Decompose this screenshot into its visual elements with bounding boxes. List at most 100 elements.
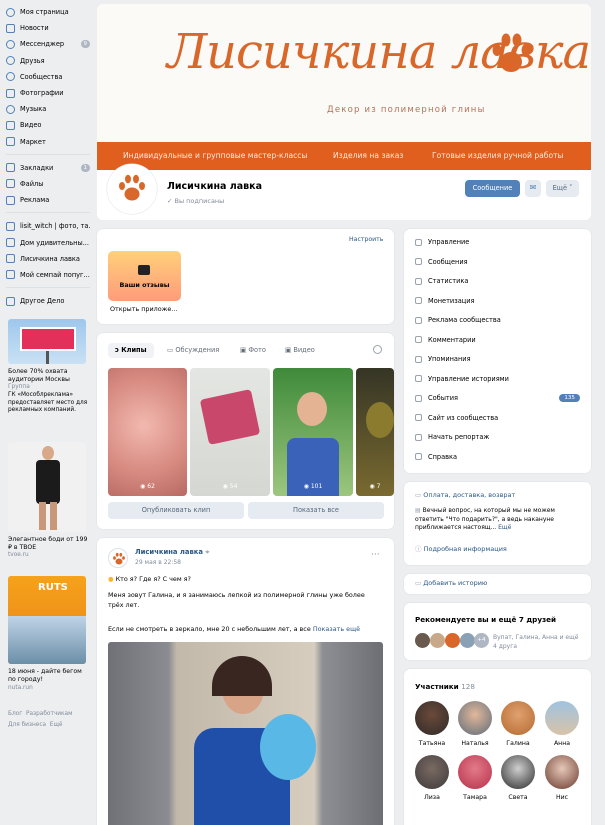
member[interactable]: Лиза [415,755,449,801]
avatar [415,701,449,735]
ad-title[interactable]: Более 70% охвата аудитории Москвы [8,368,90,384]
nav-music[interactable]: Музыка [6,101,90,117]
footer-more[interactable]: Ещё [50,722,63,728]
footer-links: Блог Разработчикам Для бизнеса Ещё [8,709,92,731]
cover-menu-ready[interactable]: Готовые изделия ручной работы [432,151,564,160]
info-more-link[interactable]: Ещё [498,524,511,531]
nav-market[interactable]: Маркет [6,134,90,150]
post-author-avatar[interactable] [108,548,128,568]
group-name: Лисичкина лавка [167,181,262,192]
nav-group-4[interactable]: Мой семпай попуг... [6,267,90,283]
menu-stories[interactable]: Управление историями [415,375,509,383]
nav-files[interactable]: Файлы [6,176,90,192]
tab-video[interactable]: ▣ Видео [285,343,315,358]
friend-avatar[interactable] [415,633,430,648]
members-count: 128 [461,682,475,691]
nav-video[interactable]: Видео [6,117,90,133]
add-story-link[interactable]: ▭ Добавить историю [415,579,487,587]
open-app-label[interactable]: Открыть приложе... [110,305,177,313]
menu-comments[interactable]: Комментарии [415,336,476,344]
clip-thumbnail[interactable]: ◉ 7 [356,368,394,496]
menu-help[interactable]: Справка [415,453,457,461]
nav-bookmarks[interactable]: Закладки 1 [6,160,90,176]
info-title[interactable]: ▭ Оплата, доставка, возврат [415,491,515,499]
nav-ads[interactable]: Реклама [6,192,90,208]
friend-avatar[interactable] [445,633,460,648]
ad-title[interactable]: Элегантное боди от 199 ₽ в TBOE [8,536,90,552]
gear-icon[interactable] [373,345,382,354]
member[interactable]: Галина [501,701,535,747]
post-author[interactable]: Лисичкина лавка ⌖ [135,548,209,557]
nav-news[interactable]: Новости [6,20,90,36]
story-card[interactable]: ▭ Добавить историю [404,574,591,594]
member[interactable]: Тамара [458,755,492,801]
more-button[interactable]: Ещё ˅ [546,180,579,197]
left-nav: Моя страница Новости Мессенджер 9 Друзья … [6,4,90,309]
nav-groups[interactable]: Сообщества [6,69,90,85]
post-more-icon[interactable]: ··· [371,550,380,560]
post-line-1: ● Кто я? Где я? С чем я? [108,575,191,583]
member[interactable]: Татьяна [415,701,449,747]
nav-messenger[interactable]: Мессенджер 9 [6,36,90,52]
menu-mentions[interactable]: Упоминания [415,355,471,363]
tab-discussions[interactable]: ▭ Обсуждения [167,343,219,358]
publish-clip-button[interactable]: Опубликовать клип [108,502,244,519]
show-all-button[interactable]: Показать все [248,502,384,519]
friends-plus-badge[interactable]: +4 [474,633,489,648]
nav-group-3[interactable]: Лисичкина лавка [6,251,90,267]
ad-bodysuit-image[interactable] [8,442,86,532]
friend-avatar[interactable] [460,633,475,648]
ad-billboard-image[interactable] [8,319,86,364]
footer-blog[interactable]: Блог [8,711,22,717]
nav-photos[interactable]: Фотографии [6,85,90,101]
settings-link[interactable]: Настроить [349,236,383,243]
clip-thumbnail[interactable]: ◉ 54 [190,368,270,496]
nav-my-page[interactable]: Моя страница [6,4,90,20]
ad-run-image[interactable]: RUTS [8,576,86,664]
footer-business[interactable]: Для бизнеса [8,722,46,728]
member[interactable]: Света [501,755,535,801]
details-link[interactable]: ⓘ Подробная информация [415,543,507,553]
tab-clips[interactable]: ↄ Клипы [108,343,154,358]
mail-icon-button[interactable]: ✉ [525,180,541,197]
cover-menu-orders[interactable]: Изделия на заказ [333,151,403,160]
recommend-names[interactable]: Вупат, Галина, Анна и ещё [493,634,578,641]
money-icon [415,297,422,304]
subscription-status[interactable]: ✓ Вы подписаны [167,197,224,205]
paw-icon [492,33,531,72]
ads-icon [415,316,422,324]
nav-friends[interactable]: Друзья [6,53,90,69]
clip-thumbnail[interactable]: ◉ 62 [108,368,187,496]
message-button[interactable]: Сообщение [465,180,520,197]
friend-avatar[interactable] [430,633,445,648]
member[interactable]: Нис [545,755,579,801]
members-title[interactable]: Участники 128 [415,682,475,691]
menu-stats[interactable]: Статистика [415,277,468,285]
menu-site[interactable]: Сайт из сообщества [415,414,498,422]
group-avatar[interactable] [107,164,157,214]
recommend-count[interactable]: 4 друга [493,643,517,650]
footer-dev[interactable]: Разработчикам [26,711,72,717]
menu-live[interactable]: Начать репортаж [415,433,489,441]
eye-icon: ◉ [369,483,377,490]
ad-title[interactable]: 18 июня - дайте бегом по городу! [8,668,90,684]
tab-photo[interactable]: ▣ Фото [240,343,266,358]
menu-monetization[interactable]: Монетизация [415,297,475,305]
post-photo[interactable] [108,642,383,825]
nav-group-1[interactable]: lisit_witch | фото, та... [6,218,90,234]
menu-manage[interactable]: Управление [415,238,469,246]
chevron-down-icon: ˅ [567,184,573,192]
member[interactable]: Наталья [458,701,492,747]
menu-events[interactable]: События 135 [415,394,580,402]
reviews-widget[interactable]: Ваши отзывы [108,251,181,301]
reviews-label: Ваши отзывы [119,281,170,289]
cover-menu-masterclasses[interactable]: Индивидуальные и групповые мастер-классы [123,151,307,160]
nav-other[interactable]: Другое Дело [6,293,90,309]
nav-group-2[interactable]: Дом удивительны... [6,234,90,250]
clip-thumbnail[interactable]: ◉ 101 [273,368,353,496]
member[interactable]: Анна [545,701,579,747]
menu-group-ads[interactable]: Реклама сообщества [415,316,501,324]
show-more-link[interactable]: Показать ещё [313,625,360,633]
menu-messages[interactable]: Сообщения [415,258,468,266]
post-date[interactable]: 29 мая в 22:58 [135,559,181,566]
